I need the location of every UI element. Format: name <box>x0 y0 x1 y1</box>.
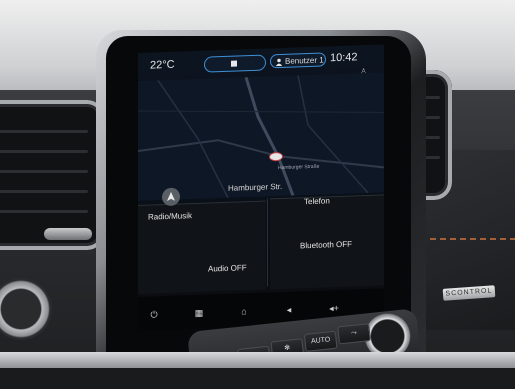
stop-icon <box>231 60 237 67</box>
vent-slat <box>0 210 88 213</box>
bluetooth-status-label: Bluetooth OFF <box>300 239 353 251</box>
auto-climate-button[interactable]: AUTO <box>303 330 338 352</box>
clock: 10:42 <box>330 51 358 65</box>
air-direction-button[interactable]: ⤳ <box>337 323 371 345</box>
vent-slat <box>0 170 88 173</box>
audio-status-label: Audio OFF <box>208 263 247 274</box>
user-icon <box>275 58 283 67</box>
vent-slat <box>0 150 88 153</box>
vent-slat <box>0 130 88 133</box>
user-profile-button[interactable]: Benutzer 1 <box>270 52 326 69</box>
navigation-arrow-icon[interactable] <box>162 187 180 207</box>
lower-console <box>0 368 515 389</box>
user-label: Benutzer 1 <box>285 55 324 66</box>
infotainment-screen: 22°C Benutzer 1 10:42 ♙ Hamburger Straße… <box>138 44 384 332</box>
map-street-label: Hamburger Str. <box>228 181 283 193</box>
vent-adjust-knob <box>44 228 92 240</box>
tile-divider <box>267 198 268 287</box>
temperature-readout: 22°C <box>150 58 175 72</box>
stop-button[interactable] <box>204 54 266 73</box>
radio-music-label: Radio/Musik <box>148 211 193 222</box>
volume-up-icon[interactable]: ◂+ <box>328 302 340 314</box>
apps-grid-icon[interactable]: ▦ <box>193 307 205 319</box>
power-icon[interactable]: ⏻ <box>148 308 160 320</box>
volume-down-icon[interactable]: ◂ <box>283 304 295 316</box>
vent-slat <box>0 190 88 193</box>
phone-label: Telefon <box>304 196 330 207</box>
home-icon[interactable]: ⌂ <box>238 305 250 317</box>
chrome-trim <box>0 352 515 368</box>
car-dashboard-photo: SCONTROL 22°C Benutzer 1 10:42 ♙ Hamburg… <box>0 0 515 389</box>
